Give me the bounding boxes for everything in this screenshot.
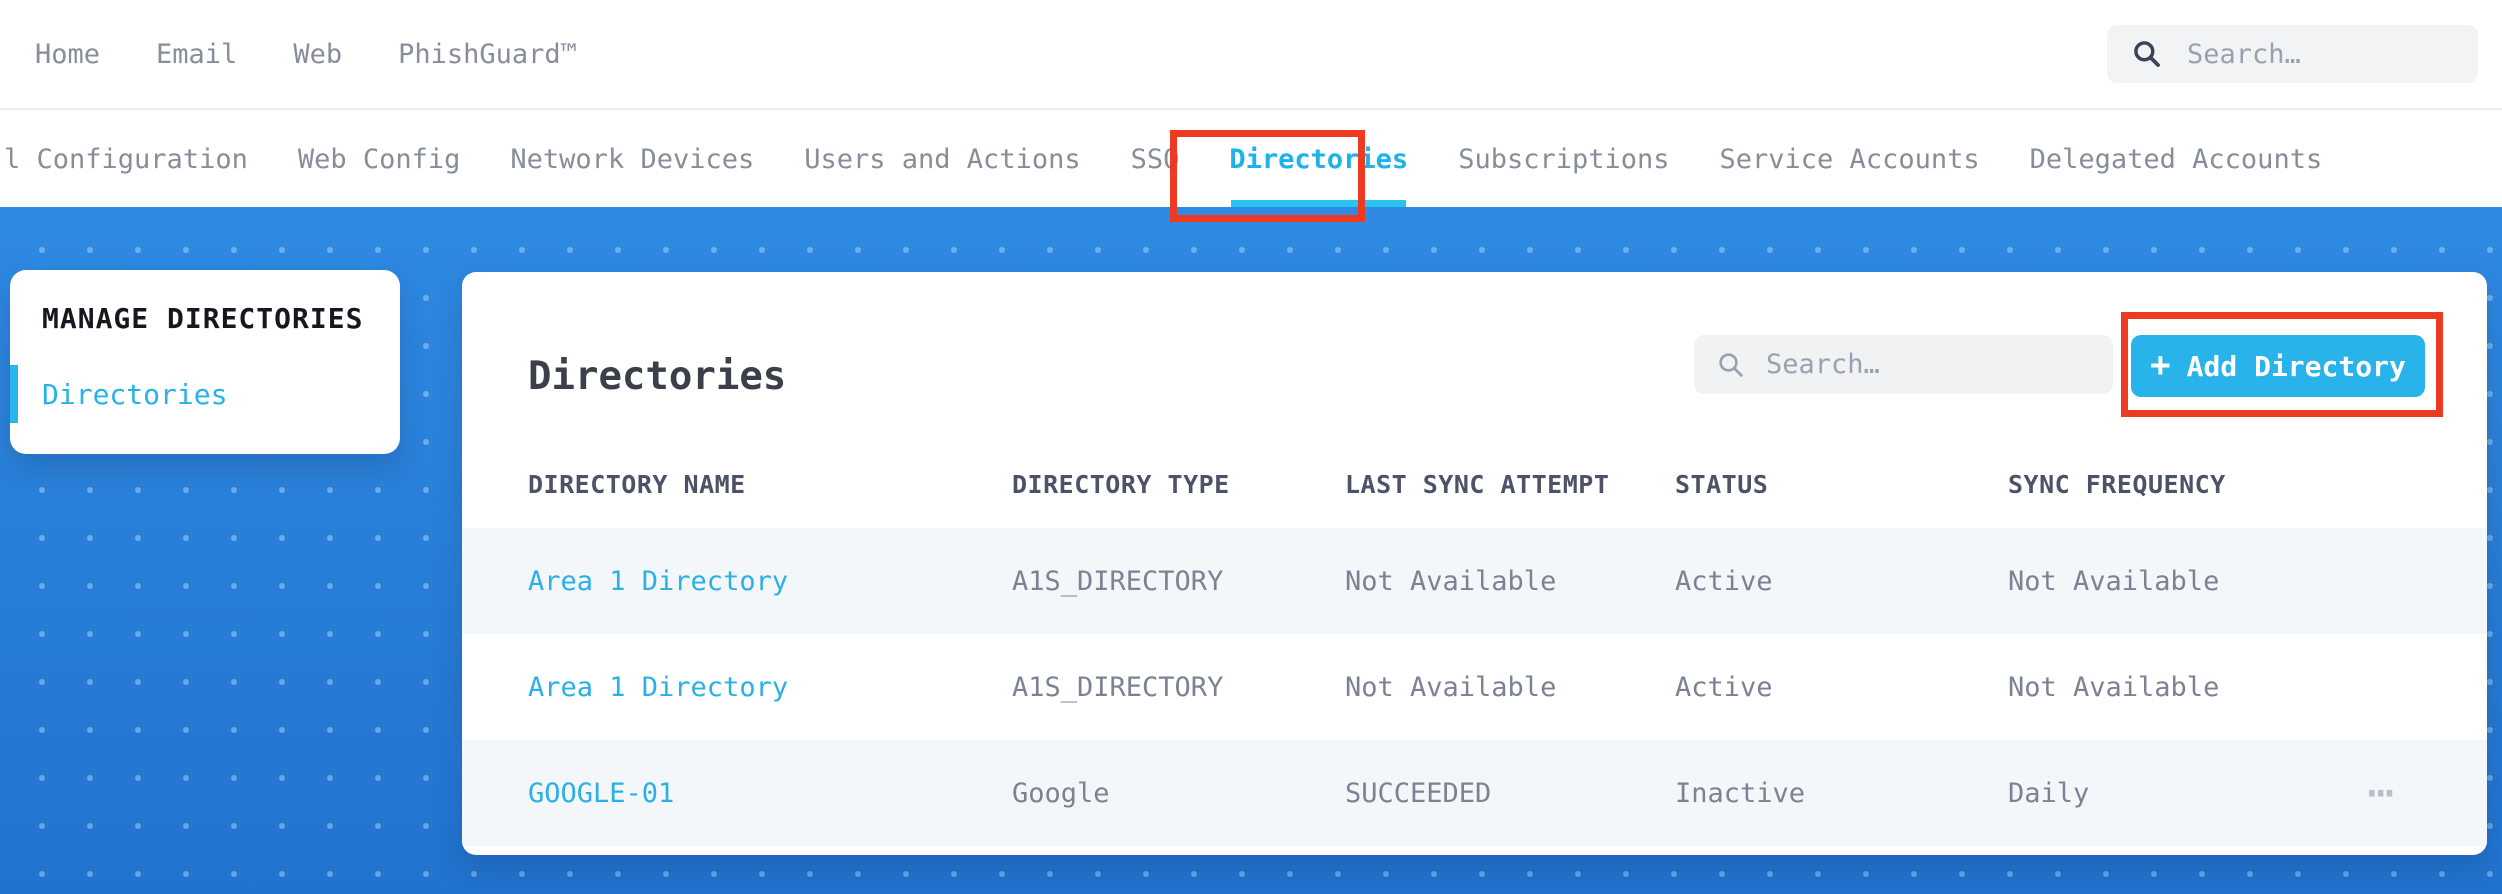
- plus-icon: +: [2150, 344, 2171, 385]
- top-nav-home[interactable]: Home: [35, 39, 100, 70]
- column-header-directory-name: DIRECTORY NAME: [528, 469, 746, 499]
- column-header-last-sync-attempt: LAST SYNC ATTEMPT: [1345, 469, 1610, 499]
- tab-label: SSO: [1130, 144, 1180, 175]
- add-directory-button[interactable]: + Add Directory: [2131, 335, 2425, 397]
- tab-label: Network Devices: [510, 144, 755, 175]
- tab-label: Web Config: [297, 144, 461, 175]
- active-item-indicator: [10, 365, 18, 423]
- table-row: Area 1 Directory A1S_DIRECTORY Not Avail…: [462, 528, 2487, 634]
- tab-network-devices[interactable]: Network Devices: [510, 112, 754, 207]
- table-row: Area 1 Directory A1S_DIRECTORY Not Avail…: [462, 634, 2487, 740]
- tab-subscriptions[interactable]: Subscriptions: [1458, 112, 1669, 207]
- sync-frequency-cell: Not Available: [2008, 671, 2220, 703]
- directories-search-box[interactable]: [1694, 335, 2113, 394]
- top-nav-web[interactable]: Web: [293, 39, 342, 70]
- sync-frequency-cell: Daily: [2008, 777, 2090, 809]
- column-header-status: STATUS: [1675, 469, 1769, 499]
- sidebar-item-label: Directories: [42, 377, 228, 411]
- directory-type-cell: Google: [1012, 777, 1110, 809]
- tab-label: l Configuration: [4, 144, 248, 175]
- directory-name-link[interactable]: Area 1 Directory: [528, 672, 788, 703]
- active-tab-underline: [1231, 200, 1407, 207]
- top-nav-phishguard[interactable]: PhishGuard™: [398, 39, 577, 70]
- status-cell: Inactive: [1675, 777, 1806, 809]
- global-search-input[interactable]: [2185, 37, 2454, 71]
- more-options-icon[interactable]: ⋯: [2362, 770, 2403, 816]
- directory-type-cell: A1S_DIRECTORY: [1012, 671, 1224, 703]
- last-sync-cell: SUCCEEDED: [1345, 777, 1492, 809]
- tab-web-config[interactable]: Web Config: [298, 112, 461, 207]
- tab-sso[interactable]: SSO: [1131, 112, 1180, 207]
- add-directory-label: Add Directory: [2186, 349, 2406, 383]
- tab-users-and-actions[interactable]: Users and Actions: [804, 112, 1080, 207]
- top-nav: Home Email Web PhishGuard™: [0, 0, 2502, 110]
- last-sync-cell: Not Available: [1345, 671, 1557, 703]
- last-sync-cell: Not Available: [1345, 565, 1557, 597]
- tab-label: Directories: [1229, 144, 1409, 175]
- tab-label: Subscriptions: [1458, 144, 1670, 175]
- directories-panel: Directories + Add Directory DIRECTORY NA…: [462, 272, 2487, 855]
- tab-configuration[interactable]: l Configuration: [4, 112, 248, 207]
- table-row: GOOGLE-01 Google SUCCEEDED Inactive Dail…: [462, 740, 2487, 846]
- tab-service-accounts[interactable]: Service Accounts: [1720, 112, 1980, 207]
- column-header-sync-frequency: SYNC FREQUENCY: [2008, 469, 2226, 499]
- global-search-box[interactable]: [2107, 25, 2478, 83]
- directory-name-link[interactable]: Area 1 Directory: [528, 566, 788, 597]
- panel-title: Directories: [528, 354, 787, 399]
- directories-search-input[interactable]: [1764, 348, 2091, 381]
- search-icon: [1719, 352, 1743, 377]
- column-header-directory-type: DIRECTORY TYPE: [1012, 469, 1230, 499]
- tab-label: Users and Actions: [804, 144, 1081, 175]
- table-header-row: DIRECTORY NAME DIRECTORY TYPE LAST SYNC …: [462, 440, 2487, 528]
- manage-directories-card: MANAGE DIRECTORIES Directories: [10, 270, 400, 454]
- sync-frequency-cell: Not Available: [2008, 565, 2220, 597]
- directory-type-cell: A1S_DIRECTORY: [1012, 565, 1224, 597]
- search-icon: [2134, 41, 2160, 67]
- sidebar-item-directories[interactable]: Directories: [10, 365, 400, 423]
- top-nav-email[interactable]: Email: [156, 39, 237, 70]
- tab-nav: l Configuration Web Config Network Devic…: [0, 112, 2502, 207]
- directory-name-link[interactable]: GOOGLE-01: [528, 778, 674, 809]
- admin-console-page: Home Email Web PhishGuard™ l Configurati…: [0, 0, 2502, 894]
- tab-label: Delegated Accounts: [2029, 144, 2323, 175]
- status-cell: Active: [1675, 671, 1773, 703]
- tab-delegated-accounts[interactable]: Delegated Accounts: [2030, 112, 2323, 207]
- status-cell: Active: [1675, 565, 1773, 597]
- tab-directories[interactable]: Directories: [1229, 112, 1408, 207]
- sidebar-title: MANAGE DIRECTORIES: [42, 302, 364, 335]
- tab-label: Service Accounts: [1719, 144, 1980, 175]
